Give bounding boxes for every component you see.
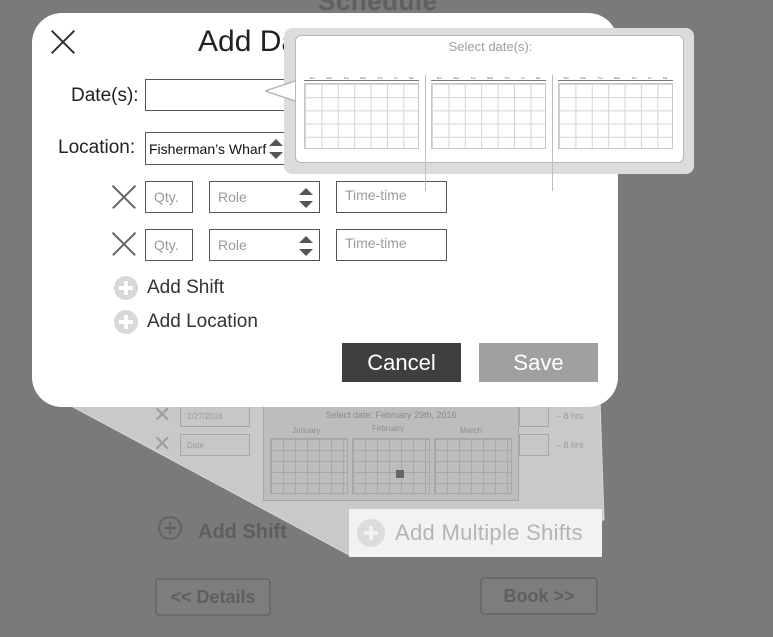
details-button[interactable]: << Details <box>155 578 271 616</box>
calendar-month-1[interactable]: Sun Mon Tue Wed Thu Fri Sat <box>304 76 419 154</box>
peek-month-grid <box>352 438 430 494</box>
role-placeholder: Role <box>218 189 247 205</box>
weekday-header: Sun Mon Tue Wed Thu Fri Sat <box>431 76 546 81</box>
peek-selected-day <box>396 470 404 478</box>
stepper-arrows-icon <box>269 139 283 159</box>
popover-pointer <box>265 79 299 103</box>
calendar-month-3[interactable]: Sun Mon Tue Wed Thu Fri Sat <box>558 76 673 154</box>
dates-label: Date(s): <box>71 85 139 106</box>
add-multiple-shifts-button[interactable]: Add Multiple Shifts <box>349 509 602 557</box>
location-select[interactable]: Fisherman’s Wharf <box>145 132 290 165</box>
cancel-button[interactable]: Cancel <box>342 343 461 382</box>
role-select[interactable]: Role <box>209 229 320 261</box>
calendar-divider <box>425 75 426 191</box>
peek-hours-field <box>519 434 549 456</box>
peek-month-label: January <box>292 426 321 435</box>
peek-month-label: February <box>372 424 405 433</box>
add-shift-button[interactable]: Add Shift <box>114 276 224 300</box>
calendar-grid[interactable] <box>558 83 673 149</box>
peek-month-label: March <box>460 426 483 435</box>
save-button[interactable]: Save <box>479 343 598 382</box>
add-location-label: Add Location <box>147 311 258 332</box>
role-select[interactable]: Role <box>209 181 320 213</box>
peek-date-field: 2/27/2016 <box>180 405 250 427</box>
role-placeholder: Role <box>218 237 247 253</box>
stepper-arrows-icon <box>299 236 313 256</box>
remove-shift-icon[interactable] <box>112 232 136 256</box>
add-multiple-shifts-label: Add Multiple Shifts <box>395 520 583 545</box>
peek-month-grid <box>434 438 512 494</box>
peek-calendar-header: Select date: February 29th, 2016 <box>325 410 457 420</box>
weekday-header: Sun Mon Tue Wed Thu Fri Sat <box>304 76 419 81</box>
peek-hours-label: – 8 hrs <box>556 440 584 450</box>
peek-remove-icon: ✕ <box>153 431 172 456</box>
plus-circle-icon <box>114 310 138 334</box>
qty-input[interactable]: Qty. <box>145 229 193 261</box>
bg-add-shift-icon <box>158 516 182 540</box>
book-button[interactable]: Book >> <box>480 577 598 615</box>
remove-shift-icon[interactable] <box>112 185 136 209</box>
peek-hours-field <box>519 405 549 427</box>
stepper-arrows-icon <box>299 188 313 208</box>
peek-remove-icon: ✕ <box>153 402 172 427</box>
peek-calendar: Select date: February 29th, 2016 January… <box>263 405 519 501</box>
calendar-month-2[interactable]: Sun Mon Tue Wed Thu Fri Sat <box>431 76 546 154</box>
location-label: Location: <box>58 137 136 158</box>
peek-month-grid <box>270 438 348 494</box>
time-input[interactable]: Time-time <box>336 181 447 213</box>
date-picker-title: Select date(s): <box>448 39 533 54</box>
location-value: Fisherman’s Wharf <box>149 140 267 157</box>
qty-input[interactable]: Qty. <box>145 181 193 213</box>
plus-circle-icon <box>357 519 385 547</box>
time-input[interactable]: Time-time <box>336 229 447 261</box>
peek-date-field: Date <box>180 434 250 456</box>
plus-circle-icon <box>114 276 138 300</box>
add-location-button[interactable]: Add Location <box>114 310 258 334</box>
calendar-grid[interactable] <box>304 83 419 149</box>
weekday-header: Sun Mon Tue Wed Thu Fri Sat <box>558 76 673 81</box>
calendar-grid[interactable] <box>431 83 546 149</box>
peek-hours-label: – 8 hrs <box>556 411 584 421</box>
close-icon[interactable] <box>50 29 76 55</box>
calendar-divider <box>552 75 553 191</box>
date-picker-popover: Select date(s): Sun Mon Tue Wed Thu Fri Sat Su… <box>295 35 684 191</box>
add-shift-label: Add Shift <box>147 277 225 298</box>
bg-add-shift-label: Add Shift <box>198 521 287 543</box>
